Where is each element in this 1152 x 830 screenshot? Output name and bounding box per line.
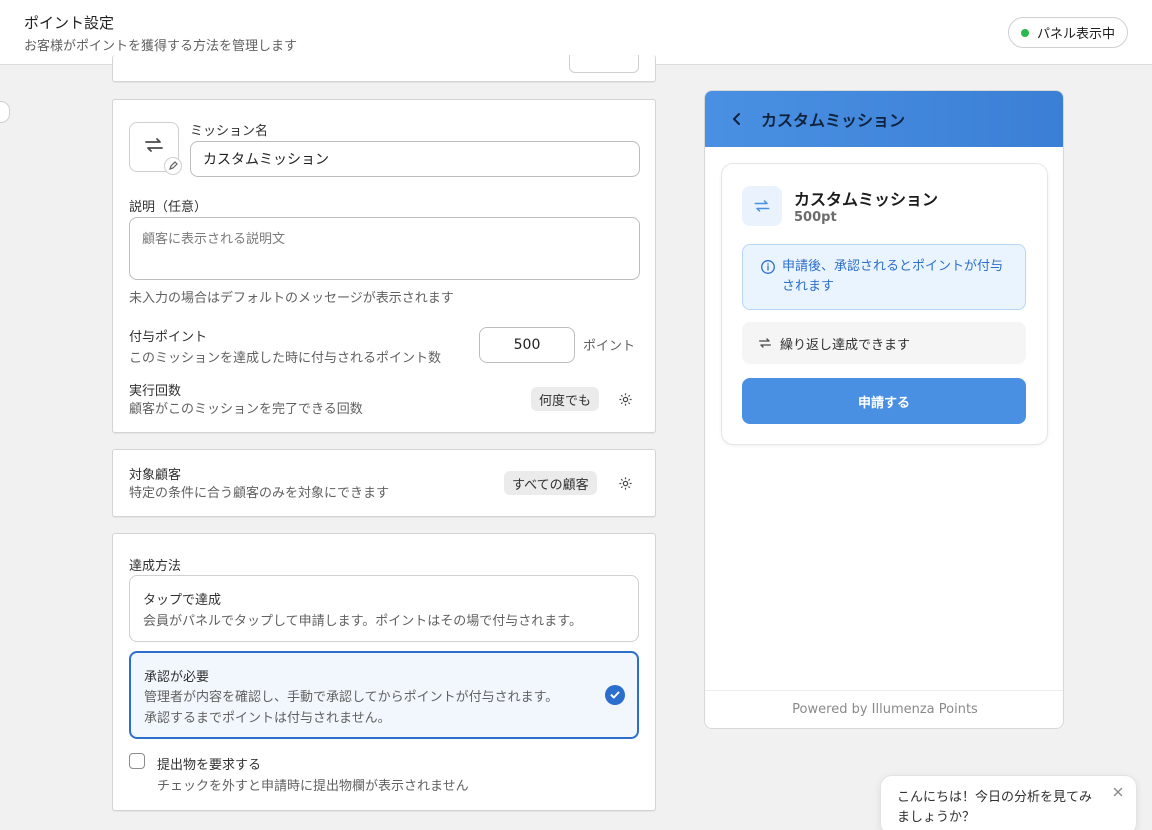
method-option-desc-2: 承認するまでポイントは付与されません。 bbox=[144, 711, 391, 726]
preview-mission-points: 500pt bbox=[794, 210, 837, 225]
runs-badge: 何度でも bbox=[531, 387, 600, 411]
previous-card bbox=[112, 55, 656, 82]
mission-icon-picker[interactable] bbox=[129, 122, 182, 175]
mission-settings-card: ミッション名 説明（任意） 未入力の場合はデフォルトのメッセージが表示されます … bbox=[112, 99, 656, 433]
method-option-title: タップで達成 bbox=[143, 593, 222, 608]
preview-header-title: カスタムミッション bbox=[761, 111, 906, 130]
gear-icon[interactable] bbox=[617, 475, 633, 491]
chevron-left-icon[interactable] bbox=[727, 109, 747, 129]
info-icon bbox=[760, 259, 776, 275]
close-icon[interactable] bbox=[1110, 784, 1126, 800]
submission-label: 提出物を要求する bbox=[157, 758, 262, 773]
preview-repeat-text: 繰り返し達成できます bbox=[780, 338, 911, 353]
status-dot-icon bbox=[1020, 28, 1029, 37]
sidebar-toggle-handle[interactable] bbox=[0, 101, 10, 123]
page-subtitle: お客様がポイントを獲得する方法を管理します bbox=[24, 39, 298, 54]
target-label: 対象顧客 bbox=[129, 468, 182, 483]
previous-card-button[interactable] bbox=[569, 55, 639, 73]
method-option-tap[interactable]: タップで達成 会員がパネルでタップして申請します。ポイントはその場で付与されます… bbox=[129, 575, 639, 642]
preview-footer: Powered by Illumenza Points bbox=[705, 690, 1063, 728]
chat-popup[interactable]: こんにちは！今日の分析を見てみましょうか？ bbox=[880, 775, 1137, 830]
points-help: このミッションを達成した時に付与されるポイント数 bbox=[129, 351, 442, 366]
target-badge: すべての顧客 bbox=[504, 471, 597, 495]
mission-name-label: ミッション名 bbox=[190, 124, 269, 139]
preview-info-banner: 申請後、承認されるとポイントが付与されます bbox=[742, 244, 1026, 310]
gear-icon[interactable] bbox=[617, 391, 633, 407]
description-help: 未入力の場合はデフォルトのメッセージが表示されます bbox=[129, 291, 454, 306]
preview-mission-name: カスタムミッション bbox=[794, 190, 939, 209]
preview-mission-card: カスタムミッション 500pt 申請後、承認されるとポイントが付与されます 繰り… bbox=[721, 163, 1048, 445]
method-option-title: 承認が必要 bbox=[144, 670, 210, 685]
chat-message: こんにちは！今日の分析を見てみましょうか？ bbox=[897, 790, 1093, 825]
mission-preview-panel: カスタムミッション カスタムミッション 500pt 申請後、承認されるとポイント… bbox=[704, 90, 1064, 729]
apply-button[interactable]: 申請する bbox=[742, 378, 1026, 424]
submission-checkbox[interactable] bbox=[129, 753, 145, 769]
points-label: 付与ポイント bbox=[129, 330, 208, 345]
check-icon bbox=[605, 685, 625, 705]
achievement-method-card: 達成方法 タップで達成 会員がパネルでタップして申請します。ポイントはその場で付… bbox=[112, 533, 656, 811]
repeat-icon bbox=[757, 335, 773, 351]
panel-status-button[interactable]: パネル表示中 bbox=[1007, 17, 1128, 48]
target-help: 特定の条件に合う顧客のみを対象にできます bbox=[129, 486, 390, 501]
page-title: ポイント設定 bbox=[24, 14, 115, 32]
method-option-desc: 会員がパネルでタップして申請します。ポイントはその場で付与されます。 bbox=[143, 614, 583, 629]
runs-help: 顧客がこのミッションを完了できる回数 bbox=[129, 402, 363, 417]
description-label: 説明（任意） bbox=[129, 200, 208, 215]
submission-help: チェックを外すと申請時に提出物欄が表示されません bbox=[157, 779, 469, 794]
preview-header: カスタムミッション bbox=[705, 91, 1063, 147]
points-input[interactable] bbox=[479, 327, 575, 363]
target-customers-card: 対象顧客 特定の条件に合う顧客のみを対象にできます すべての顧客 bbox=[112, 449, 656, 517]
method-option-approval[interactable]: 承認が必要 管理者が内容を確認し、手動で承認してからポイントが付与されます。 承… bbox=[129, 651, 639, 739]
pencil-icon[interactable] bbox=[164, 157, 182, 175]
panel-status-label: パネル表示中 bbox=[1036, 27, 1115, 42]
repeat-icon bbox=[742, 186, 782, 226]
description-textarea[interactable] bbox=[129, 217, 640, 280]
repeat-icon bbox=[142, 133, 166, 161]
preview-repeat-row: 繰り返し達成できます bbox=[742, 322, 1026, 364]
points-unit: ポイント bbox=[583, 339, 636, 354]
method-option-desc: 管理者が内容を確認し、手動で承認してからポイントが付与されます。 bbox=[144, 690, 559, 705]
method-label: 達成方法 bbox=[129, 559, 182, 574]
runs-label: 実行回数 bbox=[129, 384, 182, 399]
mission-name-input[interactable] bbox=[190, 141, 640, 177]
preview-info-text: 申請後、承認されるとポイントが付与されます bbox=[782, 259, 1004, 294]
